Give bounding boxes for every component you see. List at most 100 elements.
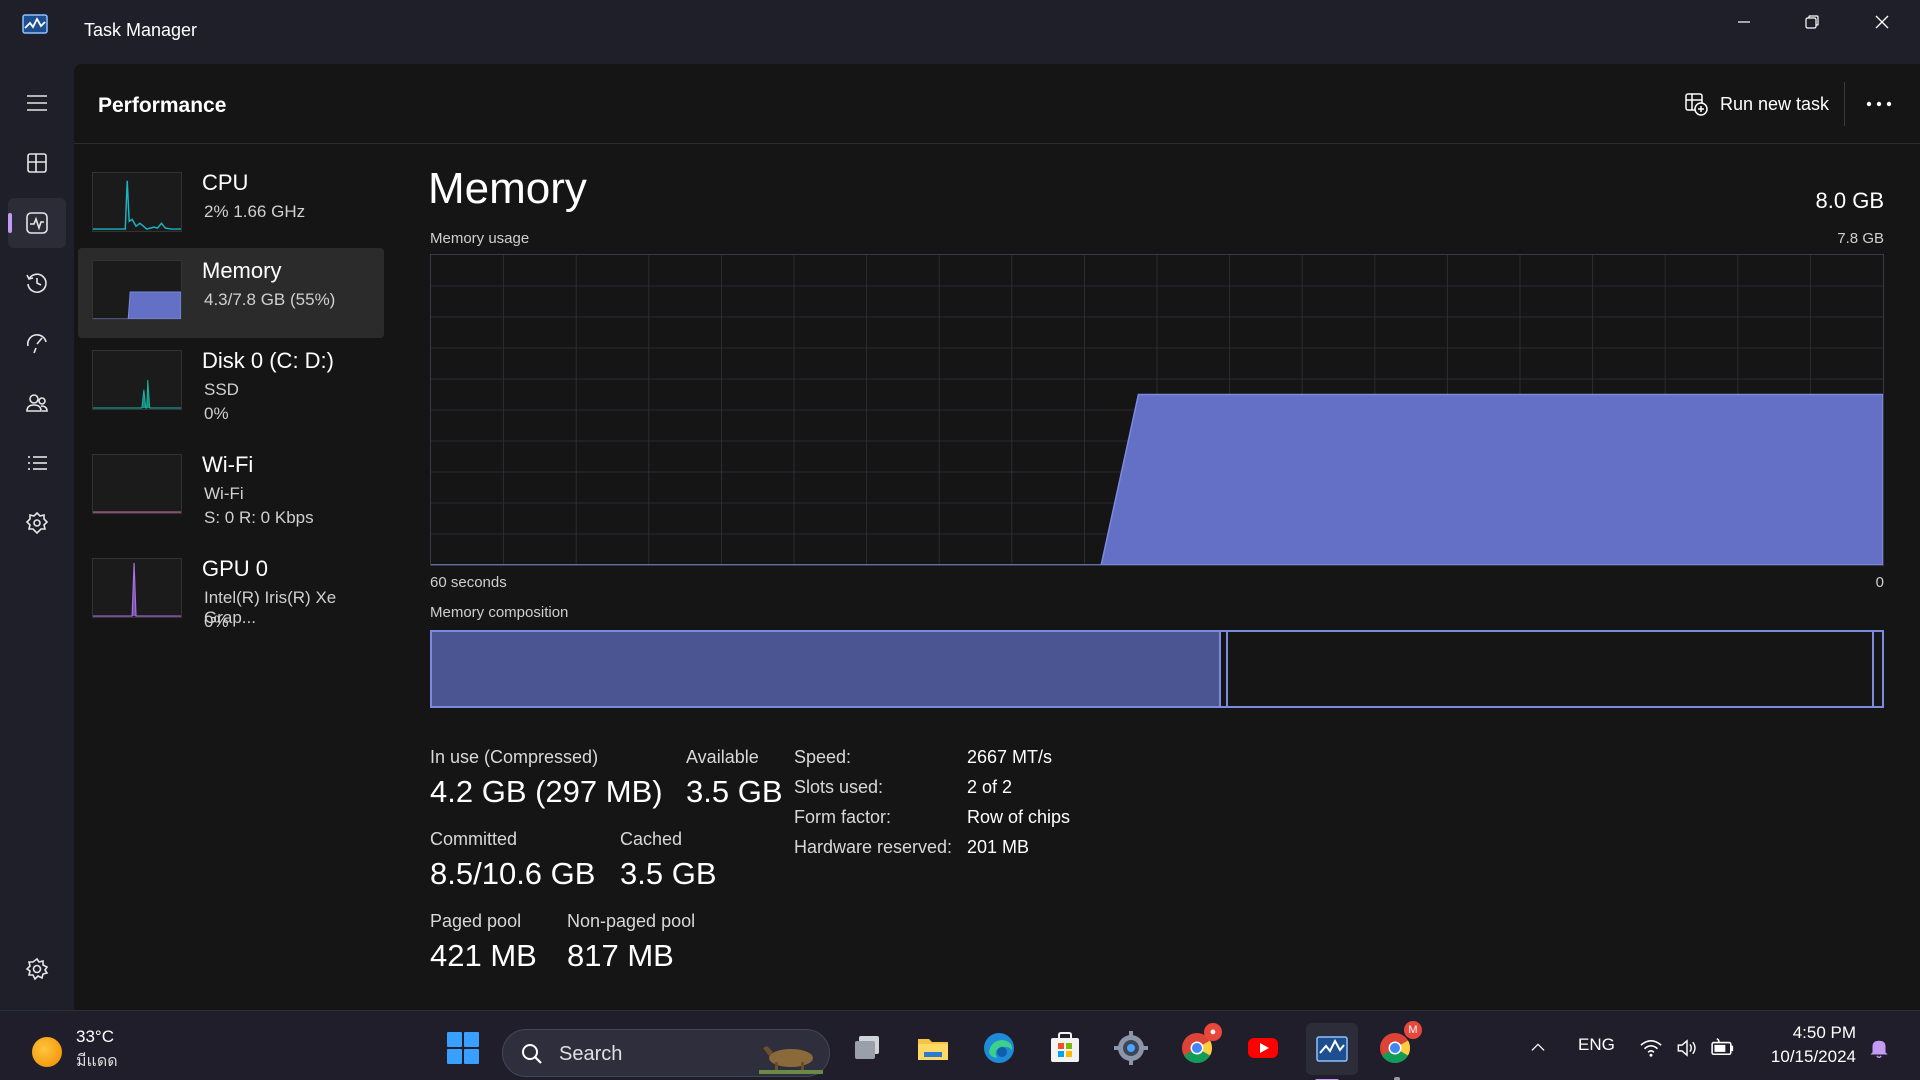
device-gpu[interactable]: GPU 0 Intel(R) Iris(R) Xe Grap... 0% — [78, 546, 384, 636]
notification-center-button[interactable] — [1862, 1027, 1896, 1069]
taskbar-search[interactable]: Search — [502, 1029, 830, 1077]
composition-in-use — [432, 632, 1220, 706]
nav-details[interactable] — [8, 438, 66, 488]
taskbar-file-explorer[interactable] — [912, 1027, 954, 1069]
window-title: Task Manager — [84, 20, 198, 40]
hardware-reserved-label: Hardware reserved: — [794, 837, 953, 857]
minimize-icon — [1738, 21, 1750, 23]
battery-icon — [1711, 1037, 1734, 1055]
device-disk[interactable]: Disk 0 (C: D:) SSD 0% — [78, 338, 384, 428]
page-header: Performance Run new task — [74, 64, 1920, 144]
nav-processes[interactable] — [8, 138, 66, 188]
clock-time[interactable]: 4:50 PM — [1776, 1023, 1856, 1043]
search-icon — [522, 1044, 542, 1064]
edge-icon — [984, 1033, 1014, 1063]
restore-icon — [1805, 15, 1819, 29]
windows-start-icon — [447, 1032, 479, 1064]
nav-users[interactable] — [8, 378, 66, 428]
device-memory[interactable]: Memory 4.3/7.8 GB (55%) — [78, 248, 384, 338]
device-detail: 0% — [204, 404, 229, 423]
run-new-task-button[interactable]: Run new task — [1674, 84, 1839, 124]
language-indicator[interactable]: ENG — [1578, 1035, 1615, 1055]
hamburger-menu-button[interactable] — [8, 78, 66, 128]
taskbar-task-manager[interactable] — [1306, 1023, 1358, 1080]
available-label: Available — [686, 747, 759, 767]
close-button[interactable] — [1848, 0, 1916, 44]
device-detail: Intel(R) Iris(R) Xe Grap... — [204, 588, 337, 627]
device-detail: SSD — [204, 380, 239, 399]
cached-value: 3.5 GB — [620, 856, 717, 891]
taskbar-youtube[interactable] — [1242, 1027, 1284, 1069]
device-name: Disk 0 (C: D:) — [202, 348, 334, 373]
file-explorer-icon — [918, 1039, 948, 1060]
startup-apps-icon — [26, 333, 47, 354]
memory-thumbnail — [92, 260, 182, 320]
more-options-button[interactable] — [1854, 84, 1904, 124]
page-title: Performance — [98, 94, 227, 117]
taskbar-edge[interactable] — [978, 1027, 1020, 1069]
taskbar-chrome[interactable]: ● — [1176, 1023, 1222, 1069]
start-button[interactable] — [442, 1027, 484, 1069]
restore-button[interactable] — [1778, 0, 1846, 44]
search-placeholder: Search — [559, 1043, 623, 1065]
memory-composition-bar — [430, 630, 1884, 708]
nav-startup-apps[interactable] — [8, 318, 66, 368]
wifi-thumbnail — [92, 454, 182, 514]
weather-sun-icon — [32, 1037, 62, 1067]
navigation-rail — [0, 64, 74, 1010]
app-history-icon — [26, 273, 47, 293]
volume-status[interactable] — [1670, 1027, 1704, 1069]
nav-settings[interactable] — [8, 944, 66, 994]
show-hidden-icons-button[interactable] — [1518, 1027, 1558, 1069]
notification-bell-icon — [1870, 1040, 1888, 1059]
device-detail: 0% — [204, 612, 229, 631]
wifi-status[interactable] — [1634, 1027, 1668, 1069]
search-highlight-image — [759, 1046, 823, 1074]
device-name: Memory — [202, 258, 282, 283]
device-wifi[interactable]: Wi-Fi Wi-Fi S: 0 R: 0 Kbps — [78, 442, 384, 532]
task-manager-icon — [1316, 1036, 1348, 1062]
nav-app-history[interactable] — [8, 258, 66, 308]
device-detail: Wi-Fi — [204, 484, 244, 503]
taskbar-chrome-profile[interactable]: M — [1374, 1021, 1422, 1069]
taskbar-store[interactable] — [1044, 1027, 1086, 1069]
task-view-icon — [855, 1036, 879, 1059]
taskbar-task-view[interactable] — [846, 1027, 888, 1069]
nav-services[interactable] — [8, 498, 66, 548]
close-icon — [1875, 15, 1889, 29]
device-detail: S: 0 R: 0 Kbps — [204, 508, 314, 527]
device-cpu[interactable]: CPU 2% 1.66 GHz — [78, 160, 384, 250]
settings-icon — [25, 957, 49, 981]
slots-value: 2 of 2 — [967, 777, 1013, 797]
processes-icon — [27, 153, 47, 173]
clock-date[interactable]: 10/15/2024 — [1756, 1047, 1856, 1067]
composition-free — [1872, 632, 1874, 706]
volume-icon — [1677, 1039, 1696, 1057]
memory-composition-label: Memory composition — [430, 604, 569, 621]
nav-performance[interactable] — [8, 198, 66, 248]
memory-usage-label: Memory usage — [430, 230, 530, 247]
committed-label: Committed — [430, 829, 518, 849]
disk-thumbnail — [92, 350, 182, 410]
taskbar-settings[interactable] — [1110, 1027, 1152, 1069]
minimize-button[interactable] — [1710, 0, 1778, 44]
cpu-thumbnail — [92, 172, 182, 232]
settings-app-icon — [1114, 1031, 1148, 1065]
graph-time-zero: 0 — [1875, 574, 1884, 591]
profile-badge: M — [1404, 1021, 1422, 1039]
run-task-icon — [1685, 93, 1708, 116]
app-icon — [22, 14, 48, 34]
performance-icon — [26, 212, 48, 234]
paged-pool-label: Paged pool — [430, 911, 522, 931]
battery-status[interactable] — [1706, 1027, 1740, 1069]
youtube-icon — [1248, 1038, 1278, 1058]
run-new-task-label: Run new task — [1720, 93, 1830, 114]
available-value: 3.5 GB — [686, 774, 783, 809]
wifi-icon — [1640, 1039, 1662, 1057]
weather-description: มีแดด — [76, 1053, 118, 1070]
in-use-label: In use (Compressed) — [430, 747, 599, 767]
cached-label: Cached — [620, 829, 683, 849]
gpu-thumbnail — [92, 558, 182, 618]
composition-modified — [1219, 632, 1229, 706]
details-icon — [28, 456, 47, 470]
